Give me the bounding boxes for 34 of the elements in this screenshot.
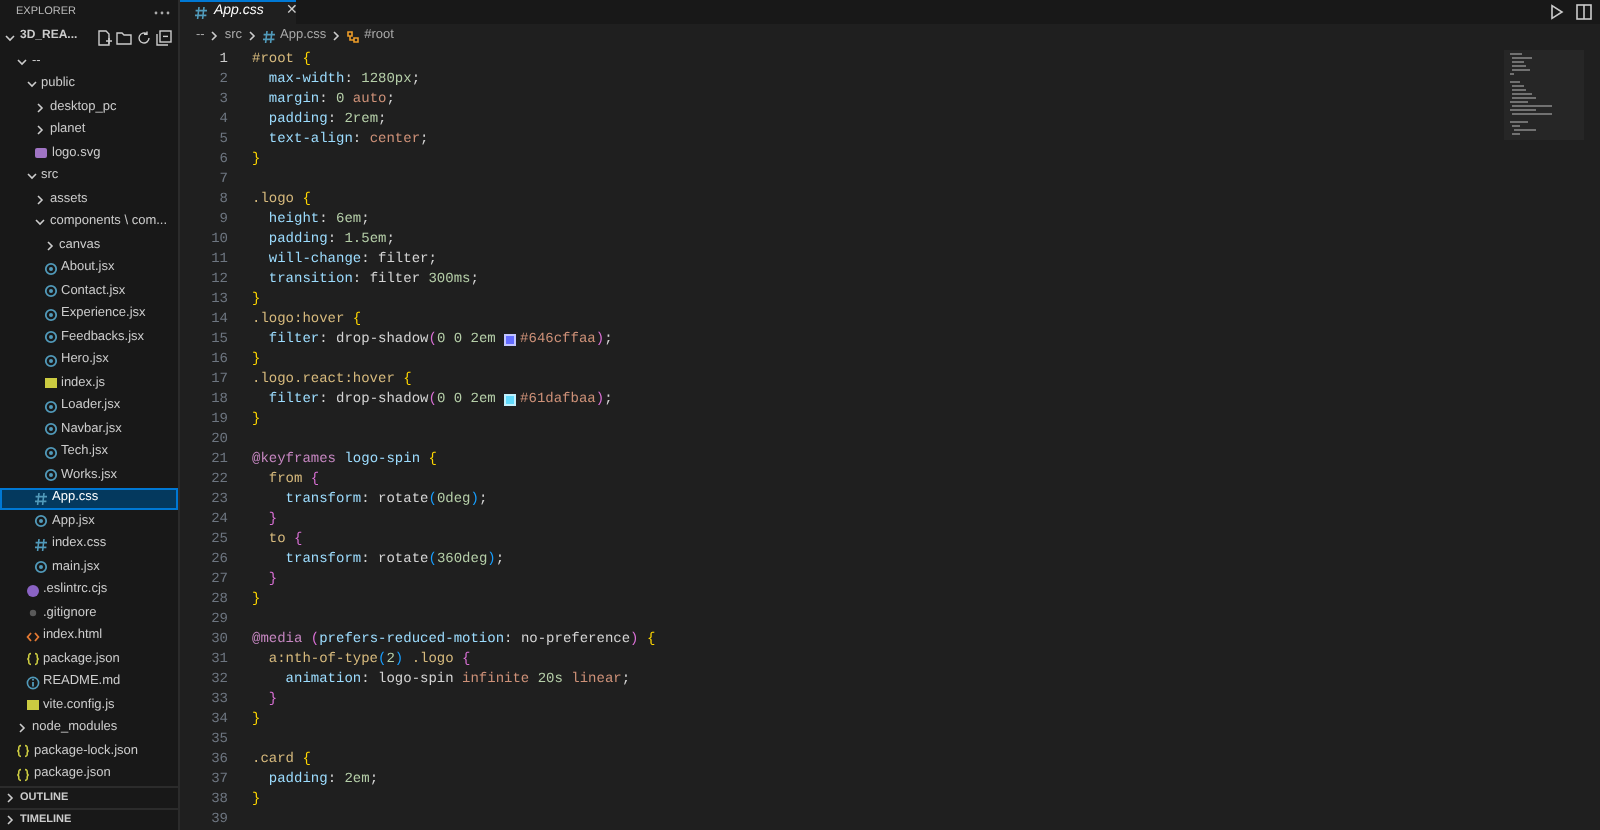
chevron-right-icon: [43, 239, 55, 252]
js-file-icon: [25, 698, 39, 713]
more-icon[interactable]: [154, 9, 170, 16]
chevron-right-icon: [16, 722, 28, 735]
chevron-down-icon: [25, 170, 37, 183]
chevron-right-icon: [34, 193, 46, 206]
split-editor-icon[interactable]: [1576, 4, 1592, 21]
atom-icon: [34, 560, 48, 575]
info-icon: [25, 675, 39, 690]
collapse-all-icon[interactable]: [156, 29, 172, 46]
braces-icon: [16, 767, 30, 782]
refresh-icon[interactable]: [136, 29, 152, 46]
atom-icon: [34, 514, 48, 529]
image-file-icon: [34, 146, 48, 161]
braces-icon: [25, 652, 39, 667]
symbol-icon: [346, 29, 361, 44]
dot-icon: [25, 606, 39, 621]
run-icon[interactable]: [1550, 4, 1564, 21]
hash-icon: [262, 29, 277, 44]
color-swatch[interactable]: [504, 394, 517, 406]
chevron-right-icon: [330, 30, 343, 43]
new-file-icon[interactable]: [96, 29, 112, 46]
minimap-drawing: [1504, 50, 1584, 140]
hash-icon: [34, 491, 48, 506]
new-folder-icon[interactable]: [116, 29, 132, 46]
chevron-right-icon: [246, 30, 259, 43]
color-swatch[interactable]: [504, 334, 517, 346]
chevron-down-icon: [34, 216, 46, 229]
chevron-right-icon: [208, 30, 221, 43]
hash-icon: [194, 6, 208, 21]
hash-icon: [34, 537, 48, 552]
braces-icon: [16, 744, 30, 759]
angle-brackets-icon: [25, 629, 39, 644]
js-file-icon: [43, 376, 57, 391]
